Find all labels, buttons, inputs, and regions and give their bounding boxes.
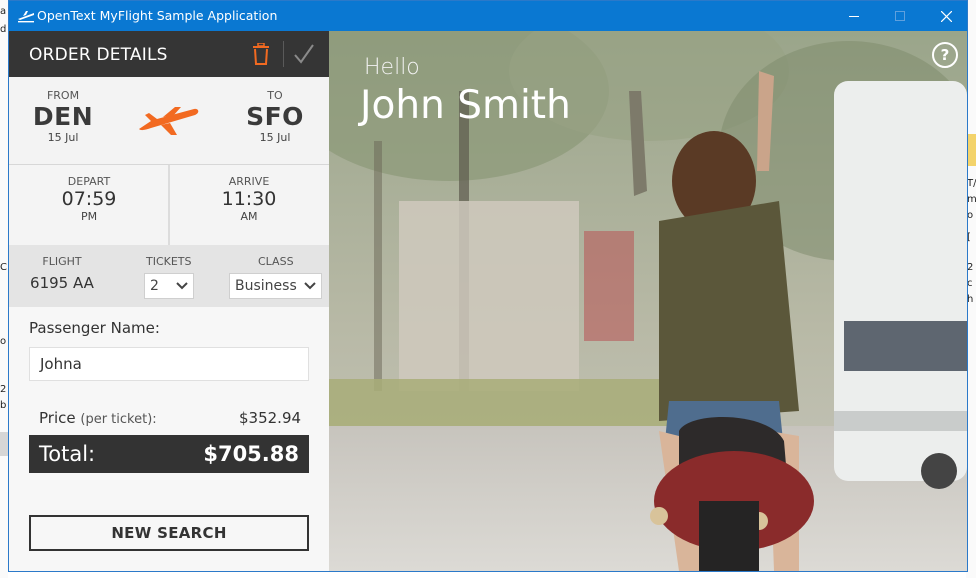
check-icon[interactable] bbox=[293, 43, 315, 65]
app-window: OpenText MyFlight Sample Application ORD… bbox=[8, 0, 968, 572]
close-button[interactable] bbox=[923, 1, 967, 31]
flight-block: FLIGHT 6195 AA bbox=[29, 255, 95, 292]
desktop-left-edge: adCo2b bbox=[0, 0, 8, 578]
passenger-name-label: Passenger Name: bbox=[29, 319, 160, 337]
depart-time: 07:59 bbox=[61, 188, 117, 210]
order-header-title: ORDER DETAILS bbox=[29, 45, 168, 65]
arrive-label: ARRIVE bbox=[228, 175, 270, 188]
depart-block: DEPART 07:59 PM bbox=[49, 175, 129, 223]
depart-label: DEPART bbox=[67, 175, 111, 188]
times-divider bbox=[168, 165, 170, 245]
minimize-icon bbox=[849, 16, 859, 17]
depart-ampm: PM bbox=[80, 210, 98, 223]
price-value: $352.94 bbox=[239, 409, 302, 427]
to-date: 15 Jul bbox=[259, 131, 291, 144]
total-label: Total: bbox=[39, 442, 96, 466]
class-label: CLASS bbox=[258, 255, 294, 268]
user-name: John Smith bbox=[360, 83, 571, 128]
from-date: 15 Jul bbox=[47, 131, 79, 144]
arrive-ampm: AM bbox=[240, 210, 258, 223]
order-details-panel: ORDER DETAILS FROM DEN 15 Jul TO SFO 15 … bbox=[9, 31, 329, 571]
greeting-text: Hello bbox=[364, 55, 420, 80]
airplane-icon bbox=[139, 107, 199, 135]
to-code: SFO bbox=[246, 102, 304, 131]
arrive-time: 11:30 bbox=[221, 188, 277, 210]
airplane-app-icon bbox=[18, 11, 34, 23]
tickets-value: 2 bbox=[150, 278, 159, 294]
help-button[interactable]: ? bbox=[932, 42, 958, 68]
from-block: FROM DEN 15 Jul bbox=[27, 89, 99, 144]
from-label: FROM bbox=[46, 89, 80, 102]
chevron-down-icon bbox=[176, 282, 188, 290]
tickets-label: TICKETS bbox=[146, 255, 192, 268]
chevron-down-icon bbox=[304, 282, 316, 290]
title-bar[interactable]: OpenText MyFlight Sample Application bbox=[9, 1, 967, 31]
route-section: FROM DEN 15 Jul TO SFO 15 Jul bbox=[9, 77, 329, 165]
order-header: ORDER DETAILS bbox=[9, 31, 329, 77]
minimize-button[interactable] bbox=[831, 1, 877, 31]
maximize-icon bbox=[895, 11, 905, 21]
class-select[interactable]: Business bbox=[229, 273, 322, 299]
total-bar: Total: $705.88 bbox=[29, 435, 309, 473]
flight-number: 6195 AA bbox=[30, 274, 94, 292]
to-block: TO SFO 15 Jul bbox=[239, 89, 311, 144]
tickets-select[interactable]: 2 bbox=[144, 273, 194, 299]
price-per-ticket: (per ticket): bbox=[80, 412, 157, 427]
arrive-block: ARRIVE 11:30 AM bbox=[209, 175, 289, 223]
new-search-button[interactable]: NEW SEARCH bbox=[29, 515, 309, 551]
close-icon bbox=[940, 10, 952, 22]
price-label-text: Price bbox=[39, 409, 76, 427]
to-label: TO bbox=[267, 89, 283, 102]
flight-details-row: FLIGHT 6195 AA TICKETS 2 CLASS Business bbox=[9, 245, 329, 307]
flight-label: FLIGHT bbox=[42, 255, 82, 268]
class-value: Business bbox=[235, 278, 297, 294]
header-separator bbox=[283, 41, 284, 67]
hero-photo: Hello John Smith ? bbox=[329, 31, 967, 571]
trash-icon[interactable] bbox=[252, 43, 270, 65]
from-code: DEN bbox=[32, 102, 94, 131]
maximize-button[interactable] bbox=[877, 1, 923, 31]
times-section: DEPART 07:59 PM ARRIVE 11:30 AM bbox=[9, 165, 329, 245]
window-title: OpenText MyFlight Sample Application bbox=[37, 8, 278, 23]
price-label: Price (per ticket): bbox=[39, 409, 157, 427]
total-value: $705.88 bbox=[203, 442, 299, 466]
passenger-name-input[interactable]: Johna bbox=[29, 347, 309, 381]
